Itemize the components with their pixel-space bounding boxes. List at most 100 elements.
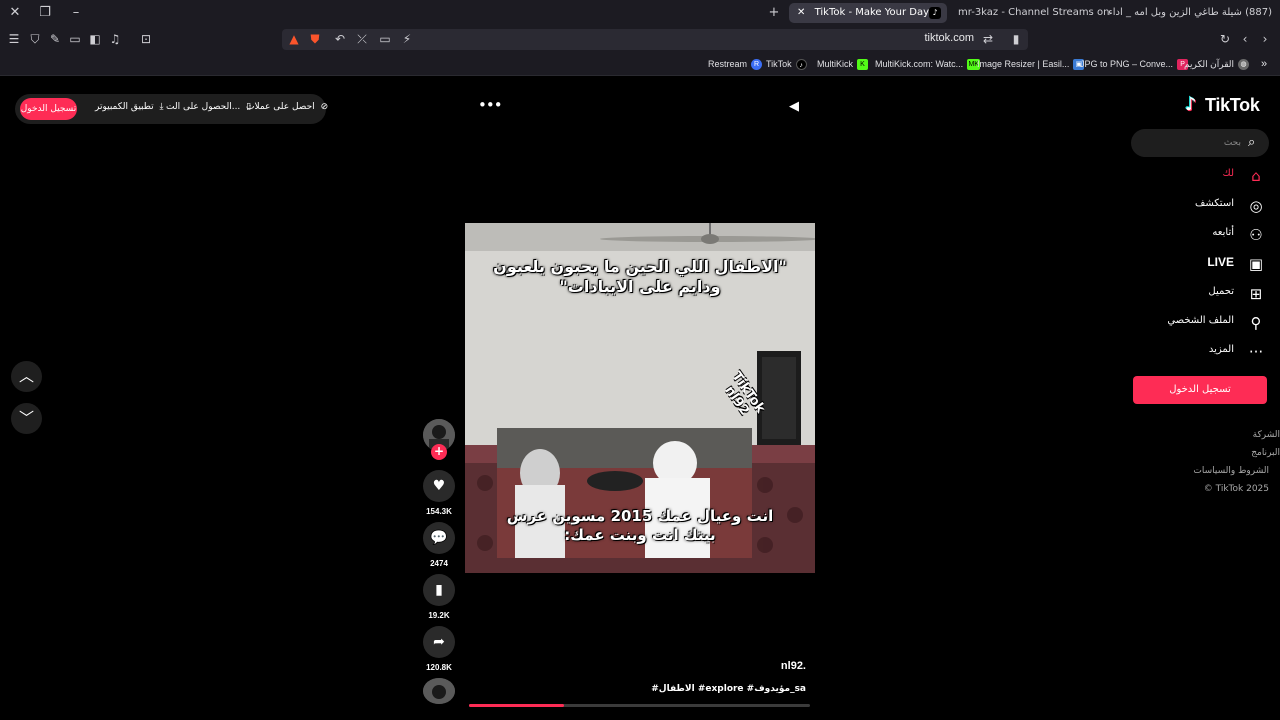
tiktok-page: تسجيل الدخول تطبيق الكمبيوتر ⤓ الحصول عل…	[0, 77, 1280, 720]
nav-label: المزيد	[1208, 344, 1234, 355]
like-button[interactable]: ♥	[423, 470, 455, 502]
more-options-icon[interactable]: •••	[478, 98, 503, 113]
nav-for-you[interactable]: لك ⌂	[1140, 165, 1268, 187]
bookmark-tiktok[interactable]: TikTok ♪	[766, 57, 807, 71]
desktop-app-link[interactable]: تطبيق الكمبيوتر ⤓	[95, 102, 164, 112]
previous-video-button[interactable]: ︿	[11, 361, 42, 392]
bookmark-label: Restream	[708, 59, 748, 69]
home-icon: ⌂	[1251, 167, 1261, 185]
translate-icon[interactable]: ⤫	[354, 31, 370, 47]
compass-icon: ◎	[1249, 197, 1263, 215]
search-box: ⌕	[1131, 129, 1269, 157]
login-button[interactable]: تسجيل الدخول	[20, 98, 77, 120]
share-count: 120.8K	[426, 663, 452, 672]
tiktok-logo[interactable]: ♪ TikTok	[1185, 94, 1260, 116]
close-window-icon[interactable]: ✕	[6, 4, 24, 22]
bookmark-multikick[interactable]: MultiKick K	[817, 57, 869, 71]
footer-copyright: © TikTok 2025	[1203, 484, 1269, 494]
tiktok-icon: ♪	[795, 59, 807, 71]
nav-label: أتابعه	[1212, 227, 1234, 238]
wallet-icon[interactable]: ⊡	[138, 31, 154, 47]
bookmark-image-resizer[interactable]: Image Resizer | Easil... ▣	[977, 57, 1085, 71]
nav-explore[interactable]: استكشف ◎	[1140, 195, 1268, 217]
new-tab-icon[interactable]: +	[765, 4, 783, 22]
extension-icon[interactable]: ✎	[47, 31, 63, 47]
shield-icon[interactable]: ⛉	[27, 31, 43, 47]
back-icon[interactable]: ‹	[1237, 31, 1253, 47]
bookmark-icon[interactable]: ▮	[1008, 31, 1024, 47]
live-icon: ▣	[1248, 255, 1264, 273]
tab-title: (887) شيلة طاغي الزين وبل امه _ اداء	[1108, 7, 1272, 18]
tab-tiktok[interactable]: ✕ TikTok - Make Your Day ♪	[789, 3, 947, 23]
save-count: 19.2K	[428, 611, 450, 620]
forward-icon[interactable]: ›	[1257, 31, 1273, 47]
footer-program-link[interactable]: البرنامج	[1251, 448, 1280, 458]
bookmark-quran[interactable]: القرآن الكريم ◍	[1184, 57, 1250, 71]
desktop-app-label: تطبيق الكمبيوتر	[95, 102, 154, 112]
heart-icon: ♥	[432, 478, 446, 494]
nav-label: الملف الشخصي	[1167, 315, 1234, 326]
nav-live[interactable]: LIVE ▣	[1140, 253, 1268, 275]
like-count: 154.3K	[426, 507, 452, 516]
minimize-window-icon[interactable]: –	[67, 4, 85, 22]
search-icon[interactable]: ⌕	[1248, 135, 1262, 151]
get-app-label: الحصول على الت...	[166, 102, 241, 112]
share-button[interactable]: ➦	[423, 626, 455, 658]
author-username[interactable]: nl92.	[781, 660, 806, 672]
footer-company-link[interactable]: الشركة	[1253, 430, 1280, 440]
screen-icon[interactable]: ▭	[377, 31, 393, 47]
chevron-down-icon: ﹀	[18, 409, 34, 427]
nav-profile[interactable]: الملف الشخصي ⚲	[1140, 312, 1268, 334]
sidebar-icon[interactable]: ◧	[87, 31, 103, 47]
video-progress-bar[interactable]	[469, 704, 810, 707]
tiktok-note-icon: ♪	[1185, 94, 1197, 115]
tab-kick[interactable]: mr-3kaz - Channel Streams on Kick	[950, 3, 1110, 23]
restream-icon: R	[751, 59, 763, 71]
comment-icon: 💬	[430, 530, 448, 546]
kick-icon: K	[857, 59, 869, 71]
bookmark-label: TikTok	[766, 59, 792, 69]
sound-icon[interactable]: ◀	[786, 99, 802, 115]
next-video-button[interactable]: ﹀	[11, 403, 42, 434]
comment-button[interactable]: 💬	[423, 522, 455, 554]
bookmark-multikick-watch[interactable]: MultiKick.com: Watc... MK	[875, 57, 981, 71]
tab-title: mr-3kaz - Channel Streams on Kick	[958, 7, 1110, 18]
nav-more[interactable]: المزيد ···	[1140, 341, 1268, 363]
bookmark-label: MultiKick.com: Watc...	[875, 59, 964, 69]
sound-avatar[interactable]	[423, 678, 455, 704]
comment-count: 2474	[430, 559, 448, 568]
following-icon: ⚇	[1249, 226, 1263, 244]
brave-rewards-icon[interactable]: ▲	[286, 31, 302, 47]
reload-icon[interactable]: ↻	[1217, 31, 1233, 47]
nav-label: لك	[1222, 168, 1234, 179]
leo-icon[interactable]: ⚡	[399, 31, 415, 47]
bookmark-icon: ▮	[435, 582, 443, 598]
nav-following[interactable]: أتابعه ⚇	[1140, 224, 1268, 246]
get-app-link[interactable]: الحصول على الت... ▯	[166, 102, 251, 112]
footer-terms-link[interactable]: الشروط والسياسات	[1193, 466, 1269, 476]
bookmark-label: Image Resizer | Easil...	[977, 59, 1070, 69]
more-bookmarks-icon[interactable]: »	[1261, 57, 1267, 71]
music-icon[interactable]: ♫	[107, 31, 123, 47]
bookmarks-bar: Restream R TikTok ♪ MultiKick K MultiKick.c…	[0, 52, 1280, 76]
follow-button[interactable]: +	[431, 444, 447, 460]
address-bar[interactable]: ▲ ⛊ ↶ ⤫ ▭ ⚡ tiktok.com ⇄ ▮	[282, 29, 1028, 50]
sidebar-login-button[interactable]: تسجيل الدخول	[1133, 376, 1267, 404]
share-icon[interactable]: ↶	[332, 31, 348, 47]
nav-upload[interactable]: تحميل ⊞	[1140, 283, 1268, 305]
bookmark-restream[interactable]: Restream R	[708, 57, 763, 71]
tab-close-icon[interactable]: ✕	[797, 7, 805, 18]
get-coins-link[interactable]: احصل على عملات ⊘	[246, 102, 328, 112]
restore-window-icon[interactable]: ❐	[36, 4, 54, 22]
video-player[interactable]: "الاطفال اللي الحين ما يحبون يلعبون وداي…	[465, 223, 815, 573]
save-button[interactable]: ▮	[423, 574, 455, 606]
menu-icon[interactable]: ☰	[6, 31, 22, 47]
bookmark-label: القرآن الكريم	[1184, 59, 1235, 69]
brave-shields-icon[interactable]: ⛊	[307, 31, 323, 47]
bookmark-jpg-to-png[interactable]: JPG to PNG – Conve... P	[1080, 57, 1189, 71]
site-settings-icon[interactable]: ⇄	[980, 31, 996, 47]
tabs-icon[interactable]: ▭	[67, 31, 83, 47]
search-input[interactable]	[1141, 133, 1241, 153]
url-text: tiktok.com	[924, 32, 974, 44]
tab-youtube[interactable]: (887) شيلة طاغي الزين وبل امه _ اداء	[1092, 3, 1280, 23]
